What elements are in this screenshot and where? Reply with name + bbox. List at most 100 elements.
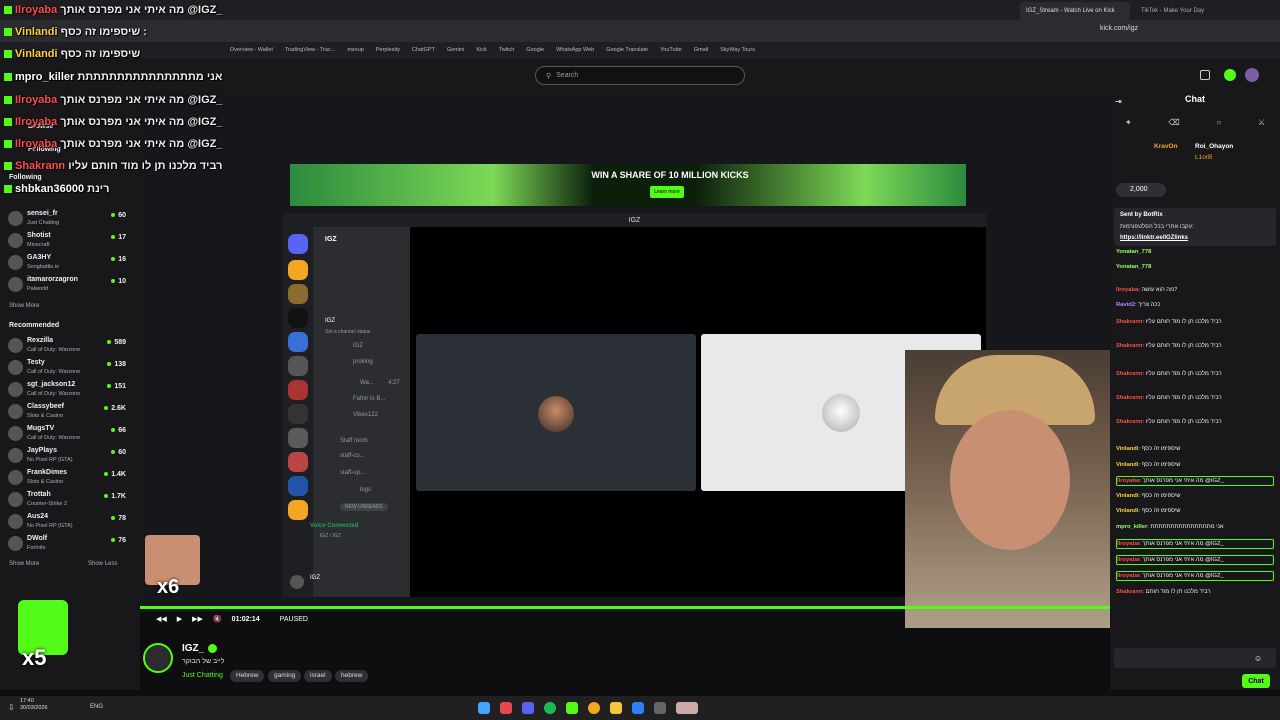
taskbar-app-icon[interactable] bbox=[654, 702, 666, 714]
sidebar-channel[interactable]: Classybeef Slots & Casino 2.6K bbox=[8, 402, 134, 422]
stream-tag[interactable]: israel bbox=[304, 670, 332, 682]
browser-tab-tiktok[interactable]: TikTok - Make Your Day bbox=[1135, 2, 1245, 20]
chat-username[interactable]: Vinlandi bbox=[1116, 508, 1138, 514]
chat-username[interactable]: Shakrann bbox=[1116, 395, 1142, 401]
sidebar-channel[interactable]: Aus24 No Pixel RP (GTA) 78 bbox=[8, 512, 134, 532]
chat-username[interactable]: Shakrann bbox=[1116, 589, 1142, 595]
text-channel[interactable]: logs bbox=[360, 487, 371, 493]
sidebar-channel[interactable]: sensei_fr Just Chatting 60 bbox=[8, 209, 134, 229]
server-icon[interactable] bbox=[288, 332, 308, 352]
bookmark[interactable]: Perplexity bbox=[376, 47, 400, 53]
gift-count-badge[interactable]: 2,000 bbox=[1116, 183, 1166, 197]
voice-member[interactable]: Vibex122 bbox=[353, 412, 378, 418]
show-more-link[interactable]: Show More bbox=[9, 303, 39, 309]
bookmark[interactable]: Gemini bbox=[447, 47, 464, 53]
bookmark[interactable]: SkyWay Tours bbox=[720, 47, 755, 53]
server-icon[interactable] bbox=[288, 452, 308, 472]
sidebar-channel[interactable]: Trottah Counter-Strike 2 1.7K bbox=[8, 490, 134, 510]
pinned-link[interactable]: https://linktr.ee/IGZlinks bbox=[1120, 235, 1188, 241]
server-icon[interactable] bbox=[288, 356, 308, 376]
stream-tag[interactable]: gaming bbox=[268, 670, 302, 682]
channel-category[interactable]: Staff room bbox=[340, 438, 368, 444]
chat-username[interactable]: Ilroyaba bbox=[1117, 478, 1139, 484]
chat-username[interactable]: Ilroyaba bbox=[1117, 541, 1139, 547]
text-channel[interactable]: staff-co... bbox=[340, 453, 365, 459]
bookmark[interactable]: Twitch bbox=[499, 47, 515, 53]
chat-username[interactable]: Ilroyaba bbox=[1116, 287, 1138, 293]
bookmark[interactable]: WhatsApp Web bbox=[556, 47, 594, 53]
bookmark[interactable]: Google Translate bbox=[606, 47, 648, 53]
kick-taskbar-icon[interactable] bbox=[566, 702, 578, 714]
wallet-icon[interactable] bbox=[1200, 70, 1210, 80]
bookmark[interactable]: mexup bbox=[347, 47, 364, 53]
stream-category[interactable]: Just Chatting bbox=[182, 672, 223, 679]
stream-tag[interactable]: Hebrew bbox=[230, 670, 265, 682]
taskbar-app-icon[interactable] bbox=[500, 702, 512, 714]
voice-connected-channel[interactable]: IGZ / IGZ bbox=[320, 533, 341, 539]
server-icon[interactable] bbox=[288, 308, 308, 328]
voice-channel[interactable]: Wa... bbox=[360, 380, 374, 386]
sidebar-channel[interactable]: DWolf Fortnite 76 bbox=[8, 534, 134, 554]
emoji-icon[interactable]: ☺ bbox=[1254, 654, 1262, 663]
chat-send-button[interactable]: Chat bbox=[1242, 674, 1270, 688]
chat-username[interactable]: Yonatan_778 bbox=[1116, 264, 1151, 270]
chat-username[interactable]: Vinlandi bbox=[1116, 462, 1138, 468]
bookmark[interactable]: Overview - Wallet bbox=[230, 47, 273, 53]
chat-username[interactable]: Shakrann bbox=[1116, 371, 1142, 377]
chat-username[interactable]: Ilroyaba bbox=[1117, 557, 1139, 563]
chat-bubble-icon[interactable]: ○ bbox=[1216, 118, 1221, 127]
chat-input[interactable] bbox=[1114, 648, 1276, 668]
top-gifter[interactable]: KravOn bbox=[1154, 143, 1177, 150]
new-unreads-pill[interactable]: NEW UNREADS bbox=[340, 503, 388, 511]
sword-icon[interactable]: ⚔ bbox=[1258, 118, 1265, 127]
mute-icon[interactable]: 🔇 bbox=[213, 615, 222, 623]
sidebar-channel[interactable]: JayPlays No Pixel RP (GTA) 60 bbox=[8, 446, 134, 466]
voice-member[interactable]: Fafnir Is B... bbox=[353, 396, 385, 402]
search-input[interactable]: ⚲ Search bbox=[535, 66, 745, 85]
play-icon[interactable]: ▶ bbox=[177, 615, 182, 623]
chat-username[interactable]: Vinlandi bbox=[1116, 446, 1138, 452]
chat-username[interactable]: Shakrann bbox=[1116, 419, 1142, 425]
browser-tab-active[interactable]: IGZ_Stream - Watch Live on Kick bbox=[1020, 2, 1130, 20]
bookmark[interactable]: Gmail bbox=[694, 47, 708, 53]
server-icon[interactable] bbox=[288, 476, 308, 496]
chat-username[interactable]: Shakrann bbox=[1116, 343, 1142, 349]
kick-coin-icon[interactable] bbox=[1224, 69, 1236, 81]
taskbar-app-icon[interactable] bbox=[478, 702, 490, 714]
stream-tag[interactable]: hebrew bbox=[335, 670, 369, 682]
server-name[interactable]: IGZ bbox=[325, 236, 337, 243]
streamer-name[interactable]: IGZ_ bbox=[182, 643, 204, 654]
taskbar-clock[interactable]: 17:40 30/03/2026 bbox=[20, 698, 48, 712]
voice-member[interactable]: IGZ bbox=[353, 343, 363, 349]
discord-taskbar-icon[interactable] bbox=[522, 702, 534, 714]
forward-icon[interactable]: ▶▶ bbox=[192, 615, 203, 623]
avatar[interactable] bbox=[290, 575, 304, 589]
sidebar-channel[interactable]: sgt_jackson12 Call of Duty: Warzone 151 bbox=[8, 380, 134, 400]
show-more-link[interactable]: Show More bbox=[9, 561, 39, 567]
voice-member[interactable]: proking bbox=[353, 359, 373, 365]
chat-username[interactable]: Ravid2 bbox=[1116, 302, 1135, 308]
discord-home-icon[interactable] bbox=[288, 234, 308, 254]
sidebar-channel[interactable]: Shotist Minecraft 17 bbox=[8, 231, 134, 251]
folder-taskbar-icon[interactable] bbox=[610, 702, 622, 714]
sidebar-channel[interactable]: Rexzilla Call of Duty: Warzone 589 bbox=[8, 336, 134, 356]
chat-username[interactable]: Vinlandi bbox=[1116, 493, 1138, 499]
pin-icon[interactable]: ✦ bbox=[1125, 118, 1132, 127]
chat-username[interactable]: Yonatan_778 bbox=[1116, 249, 1151, 255]
chrome-taskbar-icon[interactable] bbox=[588, 702, 600, 714]
server-icon[interactable] bbox=[288, 380, 308, 400]
chat-username[interactable]: Shakrann bbox=[1116, 319, 1142, 325]
server-icon[interactable] bbox=[288, 428, 308, 448]
taskbar-app-icon[interactable] bbox=[676, 702, 698, 714]
quick-settings-icon[interactable]: ⇩ bbox=[8, 703, 15, 712]
text-channel[interactable]: staff-up... bbox=[340, 470, 365, 476]
sidebar-channel[interactable]: GA3HY Songbattle.io 16 bbox=[8, 253, 134, 273]
spotify-taskbar-icon[interactable] bbox=[544, 702, 556, 714]
avatar[interactable] bbox=[143, 643, 173, 673]
top-gifter[interactable]: Roi_Ohayon bbox=[1195, 143, 1233, 150]
sidebar-channel[interactable]: MugsTV Call of Duty: Warzone 66 bbox=[8, 424, 134, 444]
bookmark[interactable]: ChatGPT bbox=[412, 47, 435, 53]
server-icon[interactable] bbox=[288, 260, 308, 280]
trash-icon[interactable]: ⌫ bbox=[1168, 118, 1179, 127]
server-icon[interactable] bbox=[288, 404, 308, 424]
